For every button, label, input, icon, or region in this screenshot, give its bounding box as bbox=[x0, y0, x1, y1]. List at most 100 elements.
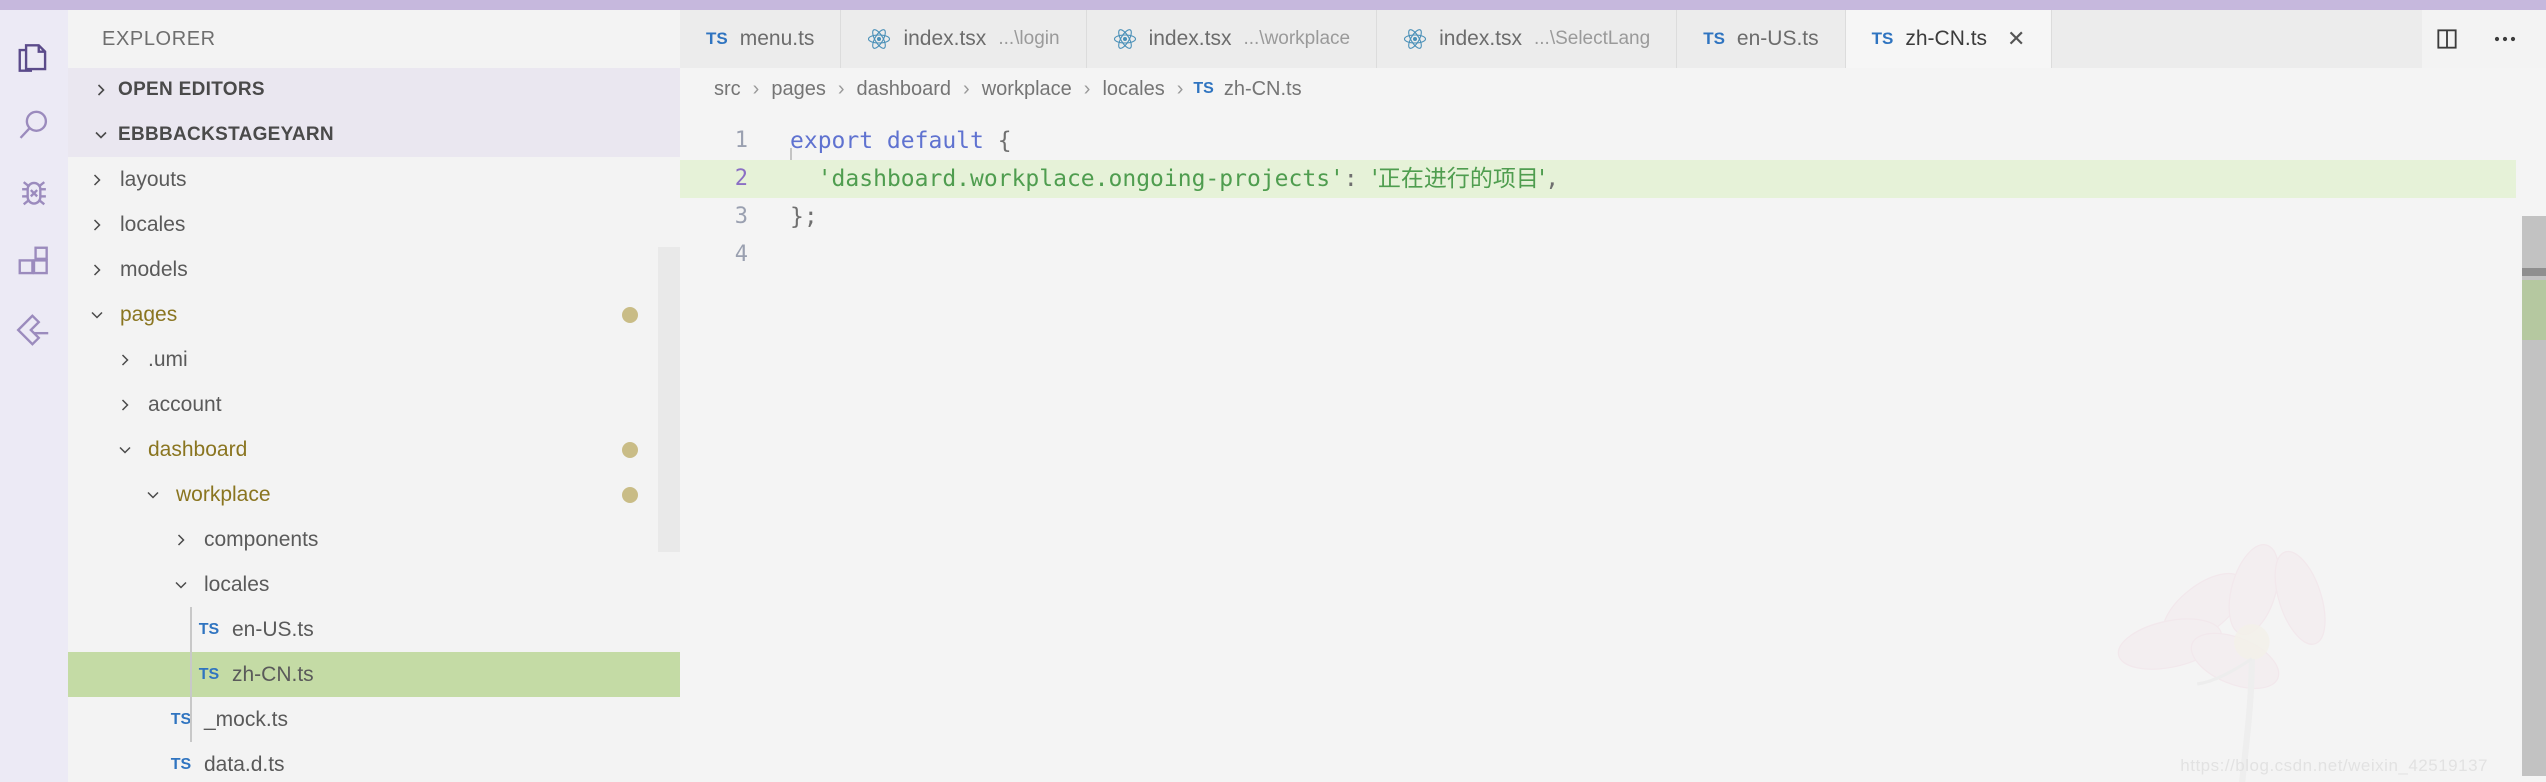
breadcrumb-item-workplace[interactable]: workplace bbox=[980, 78, 1074, 101]
breadcrumb-item-zh-CN-ts[interactable]: TS zh-CN.ts bbox=[1193, 78, 1303, 101]
line-number: 1 bbox=[734, 128, 748, 153]
code-token-pun: : bbox=[1343, 166, 1372, 192]
chevron-down-icon bbox=[84, 127, 118, 143]
activity-item-explorer[interactable] bbox=[0, 24, 68, 92]
breadcrumb-separator: › bbox=[1176, 77, 1184, 100]
breadcrumb-item-pages[interactable]: pages bbox=[769, 78, 828, 101]
tree-folder-account[interactable]: account bbox=[68, 382, 680, 427]
title-bar bbox=[0, 0, 2546, 10]
sidebar-scrollbar[interactable] bbox=[658, 247, 680, 553]
tree-file-data-d-ts[interactable]: TS data.d.ts bbox=[68, 742, 680, 782]
section-project-root[interactable]: EBBBACKSTAGEYARN bbox=[68, 112, 680, 158]
chevron-down-icon[interactable] bbox=[108, 442, 142, 458]
tree-file-_mock-ts[interactable]: TS _mock.ts bbox=[68, 697, 680, 742]
breadcrumb-item-dashboard[interactable]: dashboard bbox=[855, 78, 954, 101]
tree-folder-dashboard[interactable]: dashboard bbox=[68, 427, 680, 472]
editor-scrollbar-rail[interactable] bbox=[2516, 110, 2546, 782]
tree-item-label: _mock.ts bbox=[204, 707, 289, 731]
file-tree: layouts locales models pages .umi account dash… bbox=[68, 157, 680, 782]
code-token-cjk: '正在进行的项目' bbox=[1371, 166, 1546, 192]
tree-folder-models[interactable]: models bbox=[68, 247, 680, 292]
editor-tab-menu-ts[interactable]: TS menu.ts bbox=[680, 10, 842, 68]
more-actions-button[interactable] bbox=[2490, 26, 2520, 52]
editor-tab-index-tsx-workplace[interactable]: index.tsx ...\workplace bbox=[1086, 10, 1378, 68]
tree-item-label: .umi bbox=[148, 347, 188, 371]
editor-tab-index-tsx-login[interactable]: index.tsx ...\login bbox=[841, 10, 1087, 68]
code-line[interactable]: 3}; bbox=[680, 198, 2546, 236]
chevron-right-icon[interactable] bbox=[108, 352, 142, 368]
tree-file-en-US-ts[interactable]: TS en-US.ts bbox=[68, 607, 680, 652]
tree-item-label: dashboard bbox=[148, 437, 248, 461]
editor-actions bbox=[2422, 10, 2546, 68]
chevron-down-icon[interactable] bbox=[80, 307, 114, 323]
editor-tab-zh-CN-ts[interactable]: TS zh-CN.ts ✕ bbox=[1845, 10, 2053, 68]
code-token-pun bbox=[790, 166, 818, 192]
typescript-file-icon: TS bbox=[198, 620, 220, 638]
chevron-right-icon[interactable] bbox=[80, 172, 114, 188]
activity-item-extensions[interactable] bbox=[0, 228, 68, 296]
breadcrumb: src › pages › dashboard › workplace › locales › TS… bbox=[680, 68, 2546, 110]
tree-folder-layouts[interactable]: layouts bbox=[68, 157, 680, 202]
typescript-file-icon: TS bbox=[1193, 80, 1214, 97]
tab-label: index.tsx bbox=[1148, 27, 1232, 50]
code-line-text: 'dashboard.workplace.ongoing-projects': … bbox=[766, 160, 1559, 198]
chevron-down-icon[interactable] bbox=[164, 577, 198, 593]
breadcrumb-label: zh-CN.ts bbox=[1223, 77, 1302, 100]
tab-label: index.tsx bbox=[1439, 27, 1522, 50]
tree-indent-guide bbox=[190, 607, 192, 743]
tree-folder-workplace[interactable]: workplace bbox=[68, 472, 680, 517]
remote-explorer-icon bbox=[15, 310, 53, 350]
code-line-text: }; bbox=[766, 198, 818, 236]
code-line[interactable]: 1 export default { bbox=[680, 122, 2546, 160]
react-file-icon bbox=[1113, 27, 1137, 51]
tree-item-label: account bbox=[148, 392, 222, 416]
breadcrumb-item-src[interactable]: src bbox=[712, 78, 743, 101]
section-open-editors[interactable]: OPEN EDITORS bbox=[68, 68, 680, 113]
chevron-right-icon[interactable] bbox=[164, 532, 198, 548]
section-open-editors-label: OPEN EDITORS bbox=[118, 79, 265, 101]
breadcrumb-item-locales[interactable]: locales bbox=[1100, 78, 1166, 101]
tree-file-zh-CN-ts[interactable]: TS zh-CN.ts bbox=[68, 652, 680, 698]
typescript-file-icon: TS bbox=[170, 755, 192, 773]
chevron-right-icon[interactable] bbox=[108, 397, 142, 413]
code-token-pun: }; bbox=[790, 204, 818, 230]
chevron-right-icon[interactable] bbox=[80, 262, 114, 278]
tree-folder-locales[interactable]: locales bbox=[68, 562, 680, 607]
breadcrumb-separator: › bbox=[752, 77, 760, 100]
tab-description: ...\SelectLang bbox=[1533, 28, 1651, 49]
tab-label: index.tsx bbox=[903, 27, 987, 50]
activity-item-search[interactable] bbox=[0, 92, 68, 160]
tree-folder-locales[interactable]: locales bbox=[68, 202, 680, 247]
typescript-file-icon: TS bbox=[170, 710, 192, 728]
code-token-str: 'dashboard.workplace.ongoing-projects' bbox=[817, 166, 1344, 192]
breadcrumb-separator: › bbox=[1083, 77, 1091, 100]
chevron-right-icon[interactable] bbox=[80, 217, 114, 233]
scrollbar-highlight-marker bbox=[2522, 280, 2546, 340]
editor-tab-index-tsx-SelectLang[interactable]: index.tsx ...\SelectLang bbox=[1377, 10, 1678, 68]
tree-item-label: data.d.ts bbox=[204, 752, 285, 776]
typescript-file-icon: TS bbox=[1703, 29, 1725, 48]
code-line[interactable]: 2 'dashboard.workplace.ongoing-projects'… bbox=[680, 160, 2546, 198]
split-editor-button[interactable] bbox=[2434, 26, 2460, 52]
tree-folder-components[interactable]: components bbox=[68, 517, 680, 562]
editor-tab-en-US-ts[interactable]: TS en-US.ts bbox=[1677, 10, 1846, 68]
activity-bar bbox=[0, 10, 68, 782]
activity-item-debug[interactable] bbox=[0, 160, 68, 228]
tree-item-label: layouts bbox=[120, 167, 187, 191]
tree-folder-dot-umi[interactable]: .umi bbox=[68, 337, 680, 382]
chevron-down-icon[interactable] bbox=[136, 487, 170, 503]
code-line[interactable]: 4 bbox=[680, 236, 2546, 274]
search-icon bbox=[15, 106, 53, 146]
tree-folder-pages[interactable]: pages bbox=[68, 292, 680, 337]
code-token-kw: export default bbox=[790, 128, 998, 154]
code-editor[interactable]: https://blog.csdn.net/weixin_42519137 1e… bbox=[680, 110, 2546, 782]
tree-item-label: en-US.ts bbox=[232, 617, 314, 641]
scrollbar-overview-marker bbox=[2522, 268, 2546, 276]
tree-item-label: locales bbox=[204, 572, 270, 596]
explorer-icon bbox=[15, 38, 53, 78]
tree-item-label: models bbox=[120, 257, 188, 281]
tree-item-label: pages bbox=[120, 302, 178, 326]
close-icon[interactable]: ✕ bbox=[2007, 28, 2025, 50]
activity-item-remote-explorer[interactable] bbox=[0, 296, 68, 364]
sidebar: EXPLORER OPEN EDITORS EBBBACKSTAGEYARN l… bbox=[68, 10, 680, 782]
